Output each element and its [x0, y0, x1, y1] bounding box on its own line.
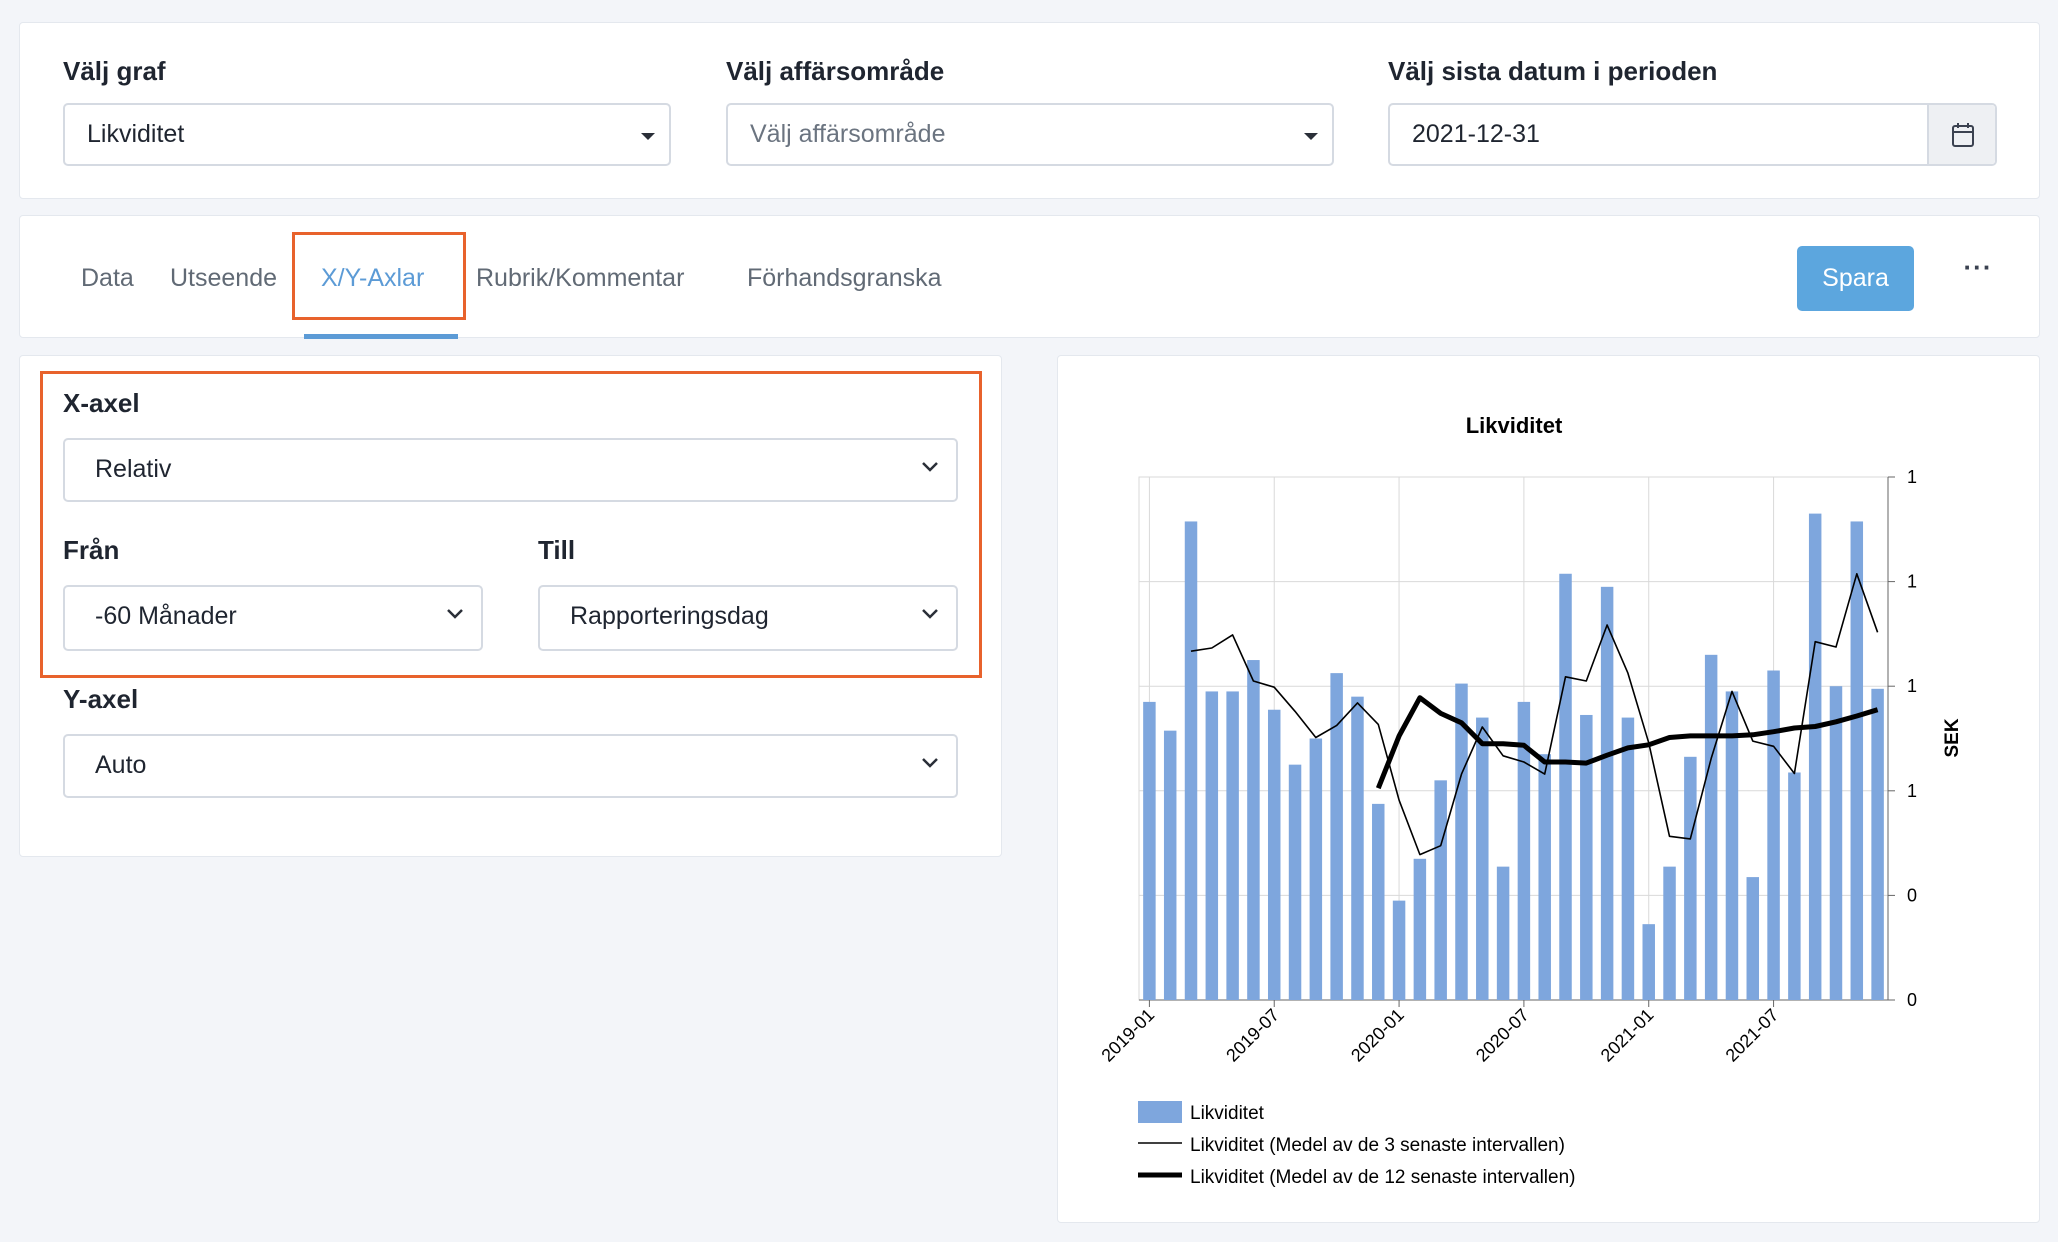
- tab-highlight-box: [292, 232, 466, 320]
- bar-likviditet: [1871, 688, 1884, 1000]
- y-tick-label: 1: [1907, 467, 1917, 487]
- caret-down-icon: [1304, 133, 1318, 140]
- bar-likviditet: [1184, 521, 1198, 1000]
- area-select[interactable]: Välj affärsområde: [726, 103, 1334, 166]
- calendar-icon: [1952, 123, 1974, 147]
- chart-title: Likviditet: [1466, 413, 1563, 438]
- bar-likviditet: [1788, 772, 1801, 1000]
- legend-swatch-bars: [1138, 1101, 1182, 1123]
- x-tick-label: 2021-07: [1722, 1005, 1783, 1066]
- bar-likviditet: [1288, 764, 1302, 1000]
- date-label: Välj sista datum i perioden: [1388, 56, 1718, 86]
- bar-likviditet: [1330, 673, 1343, 1000]
- bar-likviditet: [1434, 780, 1447, 1000]
- graph-select-label: Välj graf: [63, 56, 166, 86]
- chart-preview-card: Likviditet 0 0 1 1 1 1 2019-01 2019-07 2020-01 20…: [1057, 355, 2040, 1223]
- graph-select[interactable]: Likviditet: [63, 103, 671, 166]
- y-axis-select[interactable]: Auto: [63, 734, 958, 798]
- legend-label-avg12: Likviditet (Medel av de 12 senaste inter…: [1190, 1167, 1575, 1188]
- bar-likviditet: [1538, 754, 1551, 1000]
- more-options-icon[interactable]: ···: [1958, 251, 1998, 291]
- date-field[interactable]: 2021-12-31: [1388, 103, 1997, 166]
- y-axis-label: Y-axel: [63, 684, 139, 714]
- report-filter-card: Välj graf Likviditet Välj affärsområde V…: [19, 22, 2040, 199]
- bar-likviditet: [1351, 696, 1364, 1000]
- x-tick-label: 2020-01: [1347, 1005, 1408, 1066]
- calendar-button[interactable]: [1927, 105, 1995, 164]
- caret-down-icon: [641, 133, 655, 140]
- bar-likviditet: [1205, 691, 1219, 1000]
- bar-likviditet: [1226, 691, 1239, 1000]
- x-tick-label: 2019-07: [1222, 1005, 1283, 1066]
- date-value: 2021-12-31: [1412, 120, 1540, 148]
- y-axis-title: SEK: [1942, 718, 1963, 757]
- y-tick-label: 0: [1907, 885, 1917, 905]
- graph-select-value: Likviditet: [87, 120, 185, 148]
- y-axis-value: Auto: [95, 751, 147, 779]
- chevron-down-icon: [922, 758, 938, 768]
- bar-likviditet: [1704, 654, 1718, 1000]
- bar-likviditet: [1392, 900, 1406, 1000]
- bar-likviditet: [1143, 701, 1156, 1000]
- bar-likviditet: [1372, 803, 1385, 1000]
- tab-utseende[interactable]: Utseende: [170, 264, 277, 293]
- tab-rubrik-kommentar[interactable]: Rubrik/Kommentar: [476, 264, 684, 293]
- y-tick-label: 1: [1907, 676, 1917, 696]
- bar-likviditet: [1663, 866, 1676, 1000]
- bar-likviditet: [1455, 683, 1468, 1000]
- legend-label-avg3: Likviditet (Medel av de 3 senaste interv…: [1190, 1135, 1565, 1156]
- bar-likviditet: [1808, 513, 1822, 1000]
- x-tick-label: 2019-01: [1097, 1005, 1158, 1066]
- bar-likviditet: [1600, 586, 1614, 1000]
- tab-forhandsgranska[interactable]: Förhandsgranska: [747, 264, 942, 293]
- save-button[interactable]: Spara: [1797, 246, 1914, 311]
- bar-likviditet: [1413, 858, 1427, 1000]
- bar-likviditet: [1163, 730, 1177, 1000]
- bar-likviditet: [1829, 686, 1843, 1000]
- bar-likviditet: [1746, 877, 1760, 1000]
- bar-likviditet: [1684, 756, 1697, 1000]
- tab-data[interactable]: Data: [81, 264, 134, 293]
- y-tick-label: 0: [1907, 990, 1917, 1010]
- bar-likviditet: [1309, 738, 1323, 1000]
- bar-likviditet: [1496, 866, 1510, 1000]
- x-tick-label: 2020-07: [1472, 1005, 1533, 1066]
- area-select-placeholder: Välj affärsområde: [750, 120, 946, 148]
- bar-likviditet: [1476, 717, 1489, 1000]
- bar-likviditet: [1850, 521, 1864, 1000]
- bar-likviditet: [1767, 670, 1780, 1000]
- bar-likviditet: [1621, 717, 1635, 1000]
- bar-likviditet: [1267, 709, 1281, 1000]
- legend-label-bars: Likviditet: [1190, 1103, 1265, 1124]
- bar-likviditet: [1247, 660, 1260, 1000]
- y-tick-label: 1: [1907, 572, 1917, 592]
- active-tab-indicator: [304, 334, 458, 339]
- y-tick-label: 1: [1907, 781, 1917, 801]
- chart-preview: Likviditet 0 0 1 1 1 1 2019-01 2019-07 2020-01 20…: [1097, 413, 1963, 1188]
- x-axis-highlight-box: [40, 371, 982, 678]
- bar-likviditet: [1642, 924, 1655, 1000]
- bar-likviditet: [1559, 573, 1572, 1000]
- x-tick-label: 2021-01: [1597, 1005, 1658, 1066]
- bar-likviditet: [1580, 714, 1593, 1000]
- area-select-label: Välj affärsområde: [726, 56, 945, 86]
